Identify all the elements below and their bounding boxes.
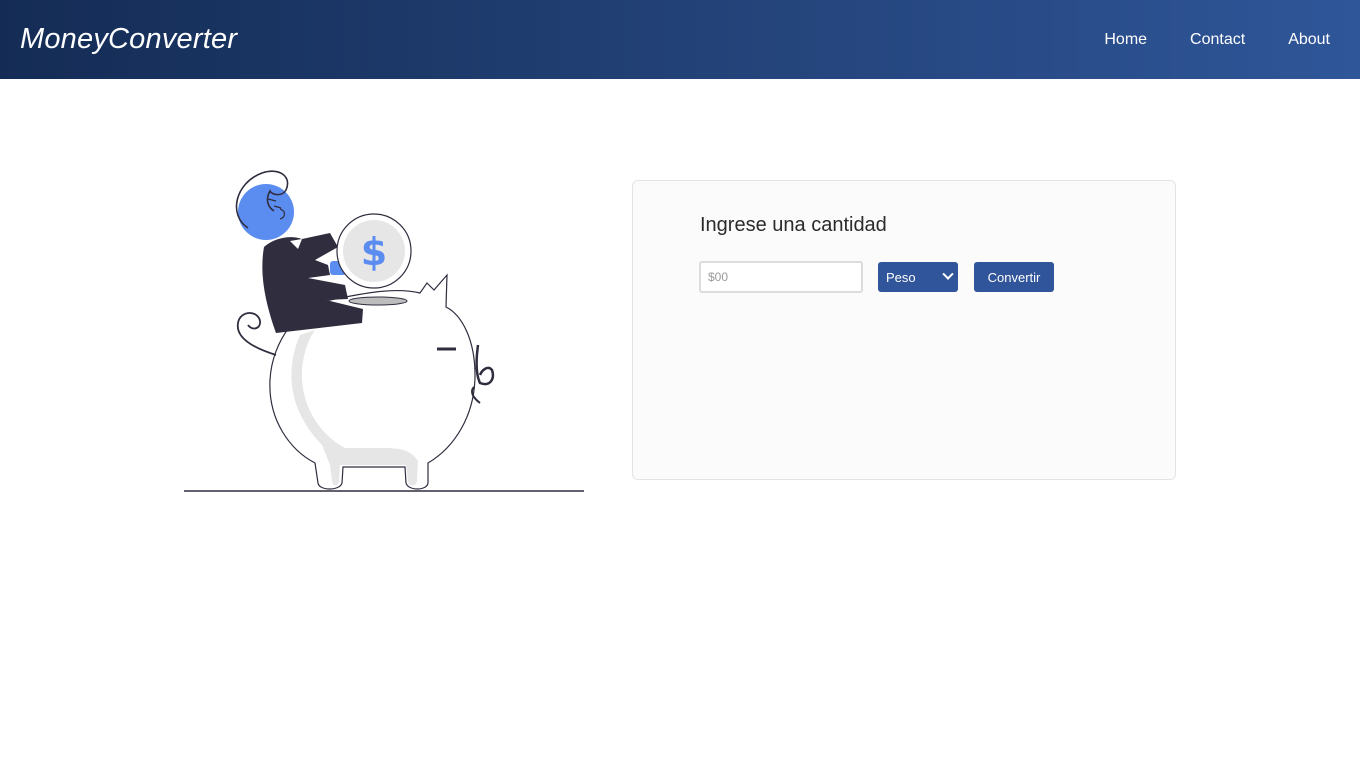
brand-logo[interactable]: MoneyConverter [20,23,237,56]
chevron-down-icon [942,268,954,280]
nav-link-about[interactable]: About [1288,31,1330,49]
nav-link-contact[interactable]: Contact [1190,31,1245,49]
converter-form: Peso Convertir [699,261,1054,293]
converter-title: Ingrese una cantidad [700,214,887,236]
convert-button[interactable]: Convertir [974,262,1054,292]
currency-select[interactable]: Peso [878,262,958,292]
nav-link-home[interactable]: Home [1104,31,1147,49]
amount-input[interactable] [699,261,863,293]
converter-card: Ingrese una cantidad Peso Convertir [632,180,1176,480]
navbar: MoneyConverter Home Contact About [0,0,1360,79]
coin-dollar-symbol: $ [361,230,387,274]
currency-select-value: Peso [886,269,916,285]
piggy-bank-illustration: $ [180,165,590,500]
nav-links: Home Contact About [1061,31,1330,49]
